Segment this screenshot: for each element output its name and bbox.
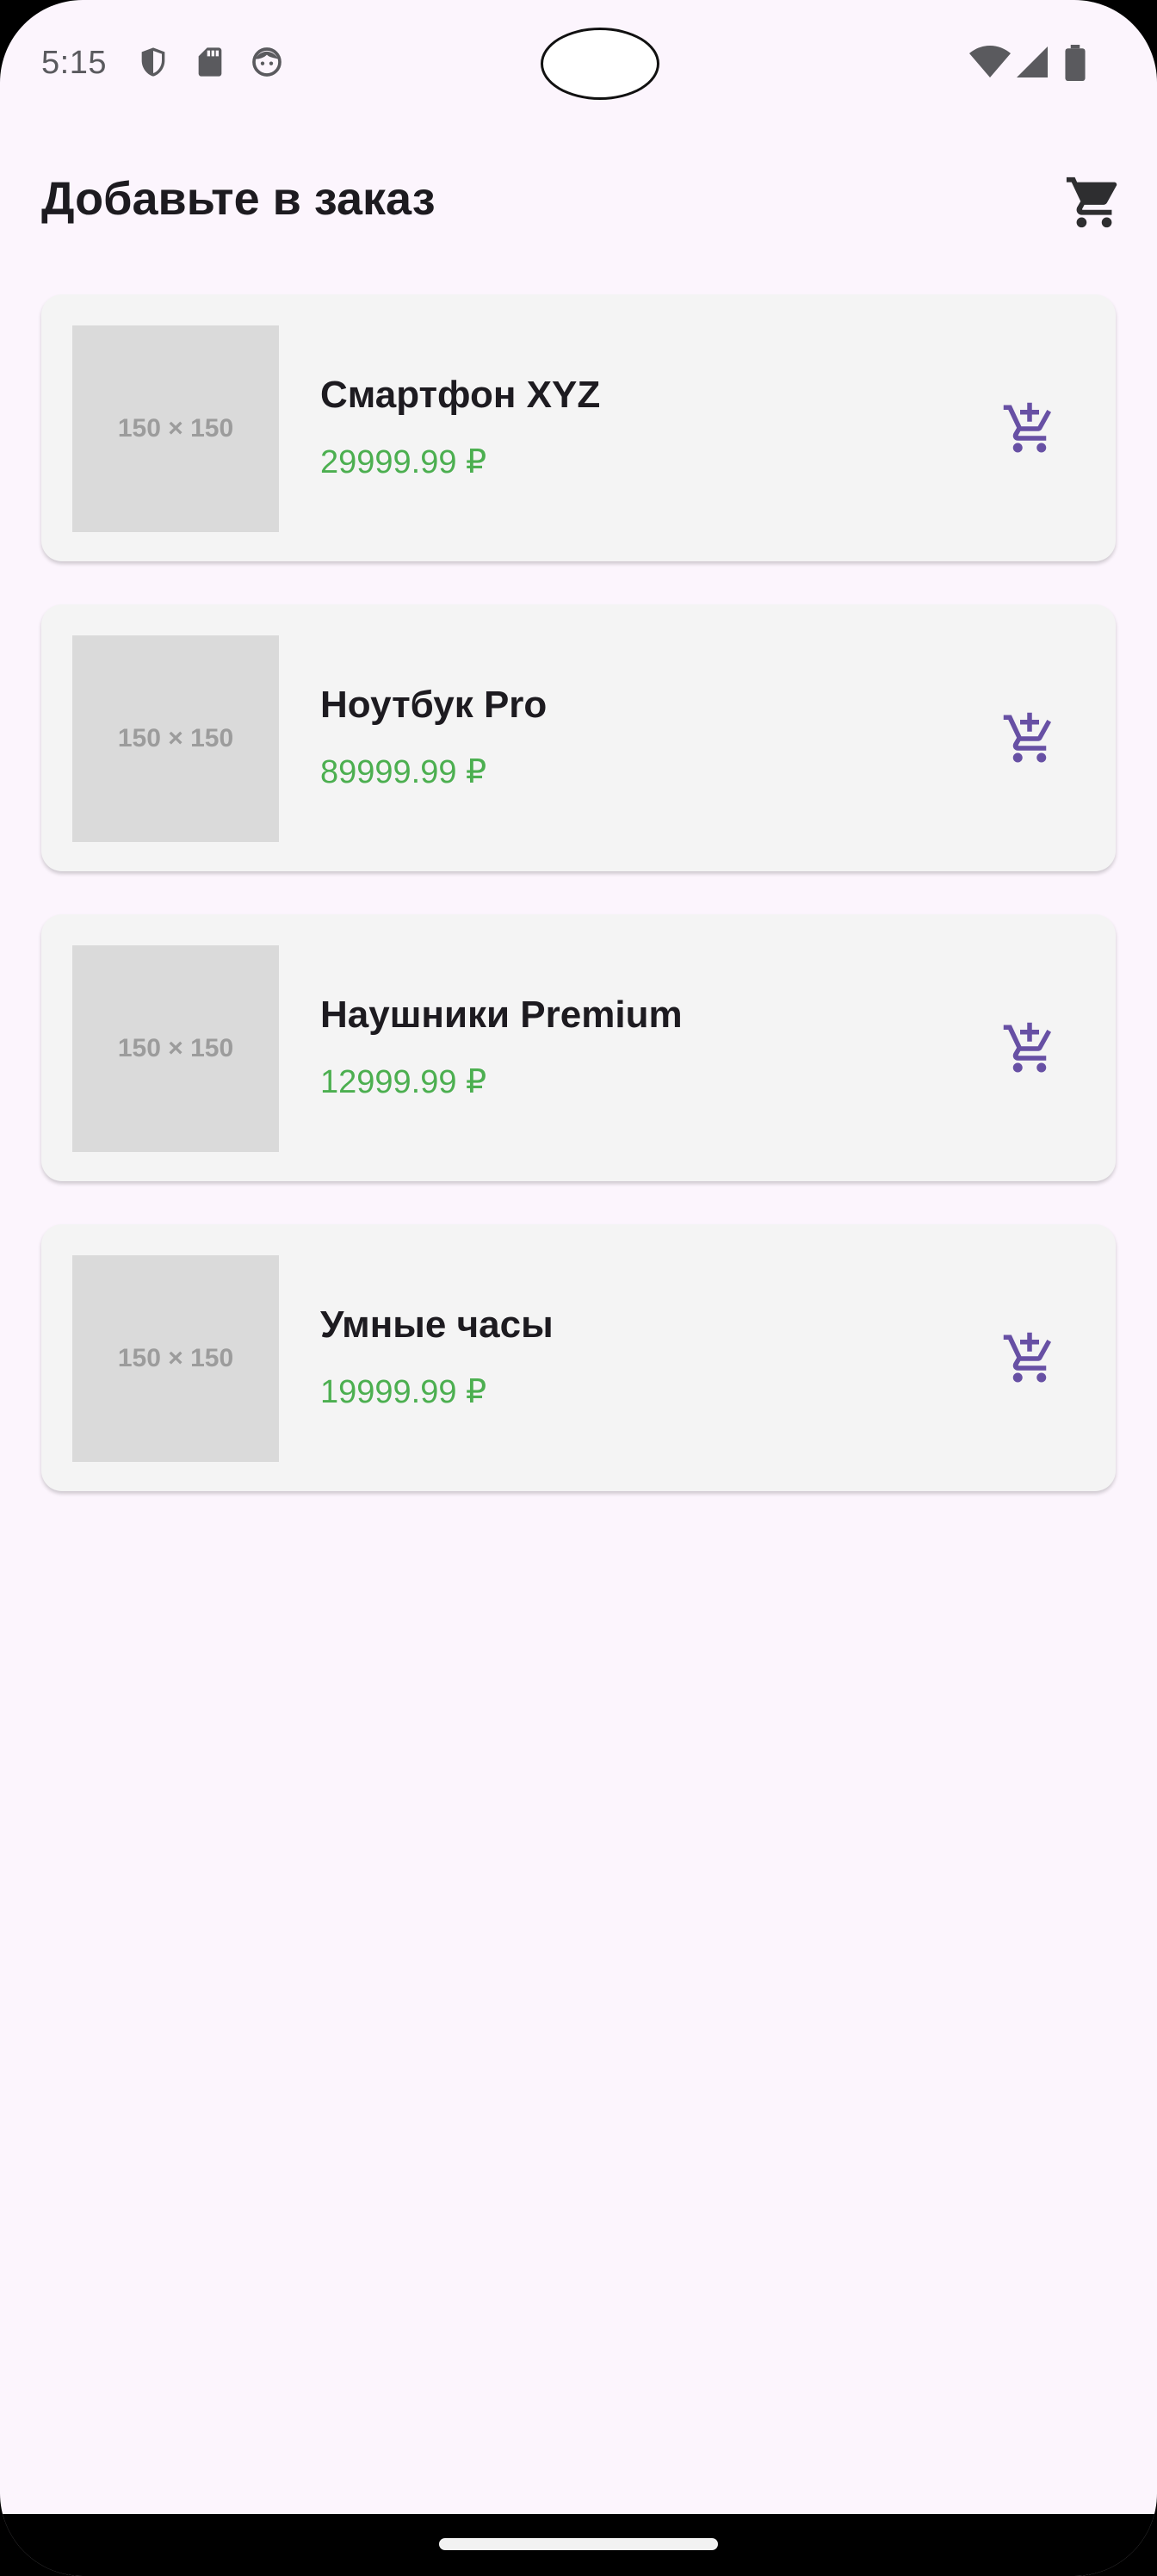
product-price: 29999.99 ₽ (320, 444, 487, 480)
product-card[interactable]: 150 × 150 Смартфон XYZ 29999.99 ₽ (41, 294, 1116, 561)
product-price: 19999.99 ₽ (320, 1374, 487, 1410)
product-name: Наушники Premium (320, 994, 683, 1036)
page-title: Добавьте в заказ (41, 173, 436, 225)
product-image: 150 × 150 (72, 945, 279, 1152)
add-to-cart-button[interactable] (988, 1317, 1071, 1400)
product-image: 150 × 150 (72, 1255, 279, 1462)
status-bar: 5:15 (0, 0, 1157, 129)
phone-screen: 5:15 Добавьте в заказ 150 × 150 Смартфон… (0, 0, 1157, 2576)
product-name: Смартфон XYZ (320, 374, 601, 416)
status-time: 5:15 (41, 45, 107, 81)
product-image: 150 × 150 (72, 635, 279, 842)
product-price: 12999.99 ₽ (320, 1064, 487, 1100)
add-to-cart-button[interactable] (988, 697, 1071, 780)
signal-icon (1012, 45, 1049, 79)
product-price: 89999.99 ₽ (320, 754, 487, 790)
product-image: 150 × 150 (72, 325, 279, 532)
battery-icon (1064, 45, 1086, 81)
add-to-cart-button[interactable] (988, 387, 1071, 470)
add-to-cart-button[interactable] (988, 1007, 1071, 1090)
face-icon (250, 45, 284, 79)
product-card[interactable]: 150 × 150 Наушники Premium 12999.99 ₽ (41, 914, 1116, 1181)
product-name: Умные часы (320, 1303, 554, 1346)
home-indicator[interactable] (439, 2538, 718, 2550)
front-camera (541, 28, 659, 100)
product-name: Ноутбук Pro (320, 684, 548, 726)
product-list: 150 × 150 Смартфон XYZ 29999.99 ₽ 150 × … (41, 294, 1116, 1534)
shield-icon (136, 45, 170, 79)
product-card[interactable]: 150 × 150 Ноутбук Pro 89999.99 ₽ (41, 604, 1116, 871)
shopping-cart-icon[interactable] (1064, 172, 1124, 232)
add-shopping-cart-icon (1003, 402, 1052, 453)
add-shopping-cart-icon (1003, 712, 1052, 763)
product-card[interactable]: 150 × 150 Умные часы 19999.99 ₽ (41, 1224, 1116, 1491)
sd-card-icon (193, 45, 227, 79)
wifi-icon (969, 45, 1011, 79)
add-shopping-cart-icon (1003, 1332, 1052, 1383)
add-shopping-cart-icon (1003, 1022, 1052, 1073)
